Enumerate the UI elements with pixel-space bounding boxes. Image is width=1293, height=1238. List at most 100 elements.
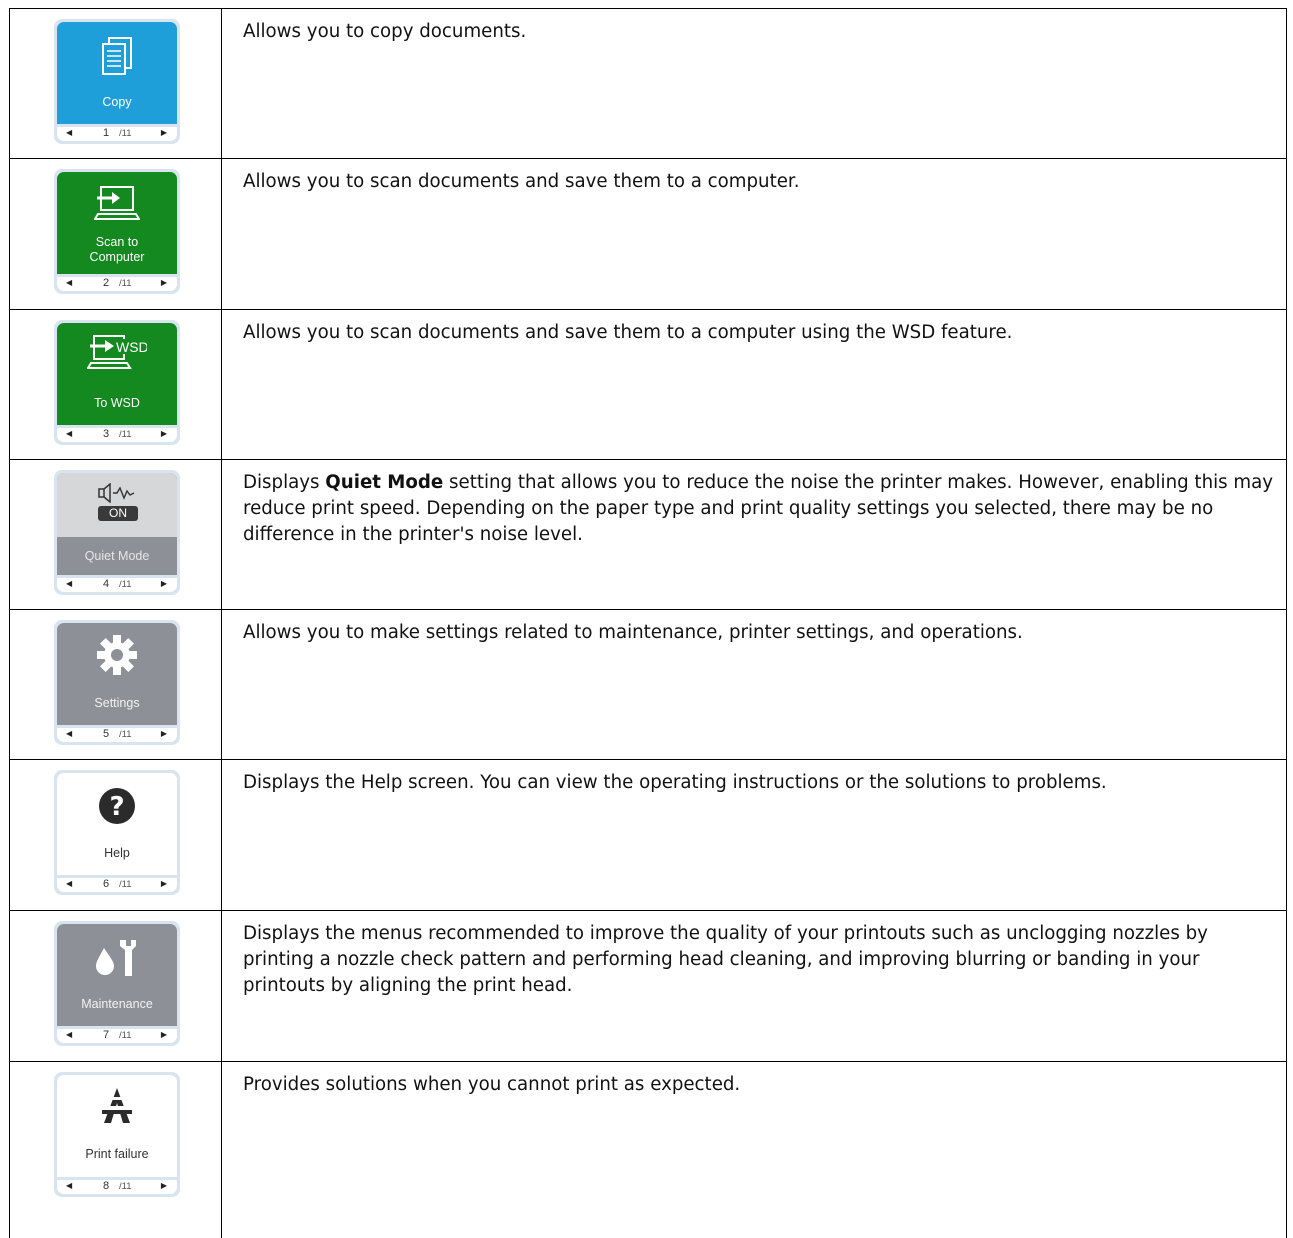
page-number: 5 xyxy=(103,728,110,740)
page-number: 3 xyxy=(103,428,110,440)
left-arrow-icon[interactable]: ◀ xyxy=(66,128,72,137)
right-arrow-icon[interactable]: ▶ xyxy=(161,128,167,137)
page-indicator: ◀ 6 /11 ▶ xyxy=(57,878,177,892)
status-badge: ON xyxy=(98,506,138,521)
right-arrow-icon[interactable]: ▶ xyxy=(161,729,167,738)
tile-label: Quiet Mode xyxy=(84,549,150,563)
print-failure-icon xyxy=(57,1085,177,1127)
right-arrow-icon[interactable]: ▶ xyxy=(161,429,167,438)
description: Displays Quiet Mode setting that allows … xyxy=(222,460,1286,609)
tile-label-line2: Computer xyxy=(89,250,145,264)
scan-to-computer-tile-face[interactable]: Scan to Computer xyxy=(57,172,177,274)
page-total: /11 xyxy=(119,579,132,590)
scan-to-computer-tile[interactable]: Scan to Computer ◀ 2 /11 ▶ xyxy=(54,169,180,294)
table-row: Settings ◀ 5 /11 ▶ Allows you to make se… xyxy=(10,610,1286,760)
description-prefix: Displays xyxy=(243,472,326,493)
page-number: 6 xyxy=(103,878,110,890)
page-indicator: ◀ 8 /11 ▶ xyxy=(57,1180,177,1194)
page-indicator: ◀ 4 /11 ▶ xyxy=(57,578,177,592)
left-arrow-icon[interactable]: ◀ xyxy=(66,278,72,287)
to-wsd-tile-face[interactable]: WSD To WSD xyxy=(57,323,177,425)
table-row: Maintenance ◀ 7 /11 ▶ Displays the menus… xyxy=(10,911,1286,1062)
right-arrow-icon[interactable]: ▶ xyxy=(161,1030,167,1039)
tile-label: Print failure xyxy=(85,1147,149,1161)
page-total: /11 xyxy=(119,729,132,740)
icon-cell: WSD To WSD ◀ 3 /11 ▶ xyxy=(10,310,222,459)
copy-document-icon xyxy=(57,36,177,78)
icon-cell: Settings ◀ 5 /11 ▶ xyxy=(10,610,222,759)
gear-icon xyxy=(57,634,177,676)
description: Displays the menus recommended to improv… xyxy=(243,923,1208,996)
page-indicator: ◀ 7 /11 ▶ xyxy=(57,1029,177,1043)
page-total: /11 xyxy=(119,429,132,440)
description: Allows you to copy documents. xyxy=(243,21,527,42)
to-wsd-tile[interactable]: WSD To WSD ◀ 3 /11 ▶ xyxy=(54,320,180,445)
left-arrow-icon[interactable]: ◀ xyxy=(66,879,72,888)
help-tile[interactable]: ? Help ◀ 6 /11 ▶ xyxy=(54,770,180,895)
page-total: /11 xyxy=(119,128,132,139)
left-arrow-icon[interactable]: ◀ xyxy=(66,1030,72,1039)
left-arrow-icon[interactable]: ◀ xyxy=(66,729,72,738)
icon-cell: Maintenance ◀ 7 /11 ▶ xyxy=(10,911,222,1061)
question-mark-icon: ? xyxy=(57,787,177,825)
page-indicator: ◀ 2 /11 ▶ xyxy=(57,277,177,291)
maintenance-tile[interactable]: Maintenance ◀ 7 /11 ▶ xyxy=(54,921,180,1046)
help-tile-face[interactable]: ? Help xyxy=(57,773,177,875)
print-failure-tile-face[interactable]: Print failure xyxy=(57,1075,177,1177)
description-bold: Quiet Mode xyxy=(325,472,444,493)
settings-tile-face[interactable]: Settings xyxy=(57,623,177,725)
page-indicator: ◀ 5 /11 ▶ xyxy=(57,728,177,742)
description: Allows you to scan documents and save th… xyxy=(243,322,1013,343)
quiet-mode-tile-face[interactable]: ON Quiet Mode xyxy=(57,473,177,575)
settings-tile[interactable]: Settings ◀ 5 /11 ▶ xyxy=(54,620,180,745)
table-row: Copy ◀ 1 /11 ▶ Allows you to copy docume… xyxy=(10,9,1286,159)
svg-text:?: ? xyxy=(109,792,124,822)
feature-table: Copy ◀ 1 /11 ▶ Allows you to copy docume… xyxy=(9,8,1287,1238)
tile-label-line1: Scan to xyxy=(95,235,139,249)
table-row: Print failure ◀ 8 /11 ▶ Provides solutio… xyxy=(10,1062,1286,1238)
icon-cell: ? Help ◀ 6 /11 ▶ xyxy=(10,760,222,910)
speaker-quiet-icon xyxy=(57,483,177,503)
table-row: ? Help ◀ 6 /11 ▶ Displays the Help scree… xyxy=(10,760,1286,911)
description: Displays the Help screen. You can view t… xyxy=(243,772,1107,793)
wsd-computer-icon: WSD xyxy=(57,333,177,373)
left-arrow-icon[interactable]: ◀ xyxy=(66,429,72,438)
table-row: Scan to Computer ◀ 2 /11 ▶ Allows you to… xyxy=(10,159,1286,310)
maintenance-tile-face[interactable]: Maintenance xyxy=(57,924,177,1026)
table-row: WSD To WSD ◀ 3 /11 ▶ Allows you to scan … xyxy=(10,310,1286,460)
right-arrow-icon[interactable]: ▶ xyxy=(161,879,167,888)
description: Allows you to make settings related to m… xyxy=(243,622,1023,643)
icon-cell: ON Quiet Mode ◀ 4 /11 ▶ xyxy=(10,460,222,609)
page-total: /11 xyxy=(119,278,132,289)
tile-label: Help xyxy=(104,846,130,860)
ink-drop-wrench-icon xyxy=(57,936,177,978)
left-arrow-icon[interactable]: ◀ xyxy=(66,579,72,588)
icon-cell: Print failure ◀ 8 /11 ▶ xyxy=(10,1062,222,1238)
page-total: /11 xyxy=(119,1030,132,1041)
page-total: /11 xyxy=(119,879,132,890)
wsd-icon-text: WSD xyxy=(116,339,147,355)
right-arrow-icon[interactable]: ▶ xyxy=(161,278,167,287)
page-number: 1 xyxy=(103,127,110,139)
page-indicator: ◀ 1 /11 ▶ xyxy=(57,127,177,141)
description: Provides solutions when you cannot print… xyxy=(243,1074,741,1095)
tile-label: Copy xyxy=(102,95,132,109)
page-number: 7 xyxy=(103,1029,110,1041)
copy-tile-face[interactable]: Copy xyxy=(57,22,177,124)
quiet-mode-tile[interactable]: ON Quiet Mode ◀ 4 /11 ▶ xyxy=(54,470,180,595)
icon-cell: Scan to Computer ◀ 2 /11 ▶ xyxy=(10,159,222,309)
print-failure-tile[interactable]: Print failure ◀ 8 /11 ▶ xyxy=(54,1072,180,1197)
page-number: 8 xyxy=(103,1180,110,1192)
right-arrow-icon[interactable]: ▶ xyxy=(161,1181,167,1190)
right-arrow-icon[interactable]: ▶ xyxy=(161,579,167,588)
page-indicator: ◀ 3 /11 ▶ xyxy=(57,428,177,442)
left-arrow-icon[interactable]: ◀ xyxy=(66,1181,72,1190)
icon-cell: Copy ◀ 1 /11 ▶ xyxy=(10,9,222,158)
tile-label: Settings xyxy=(94,696,140,710)
tile-label: To WSD xyxy=(94,396,140,410)
page-number: 2 xyxy=(103,277,110,289)
copy-tile[interactable]: Copy ◀ 1 /11 ▶ xyxy=(54,19,180,144)
table-row: ON Quiet Mode ◀ 4 /11 ▶ Displays Quiet M… xyxy=(10,460,1286,610)
tile-label: Maintenance xyxy=(81,997,153,1011)
description: Allows you to scan documents and save th… xyxy=(243,171,800,192)
